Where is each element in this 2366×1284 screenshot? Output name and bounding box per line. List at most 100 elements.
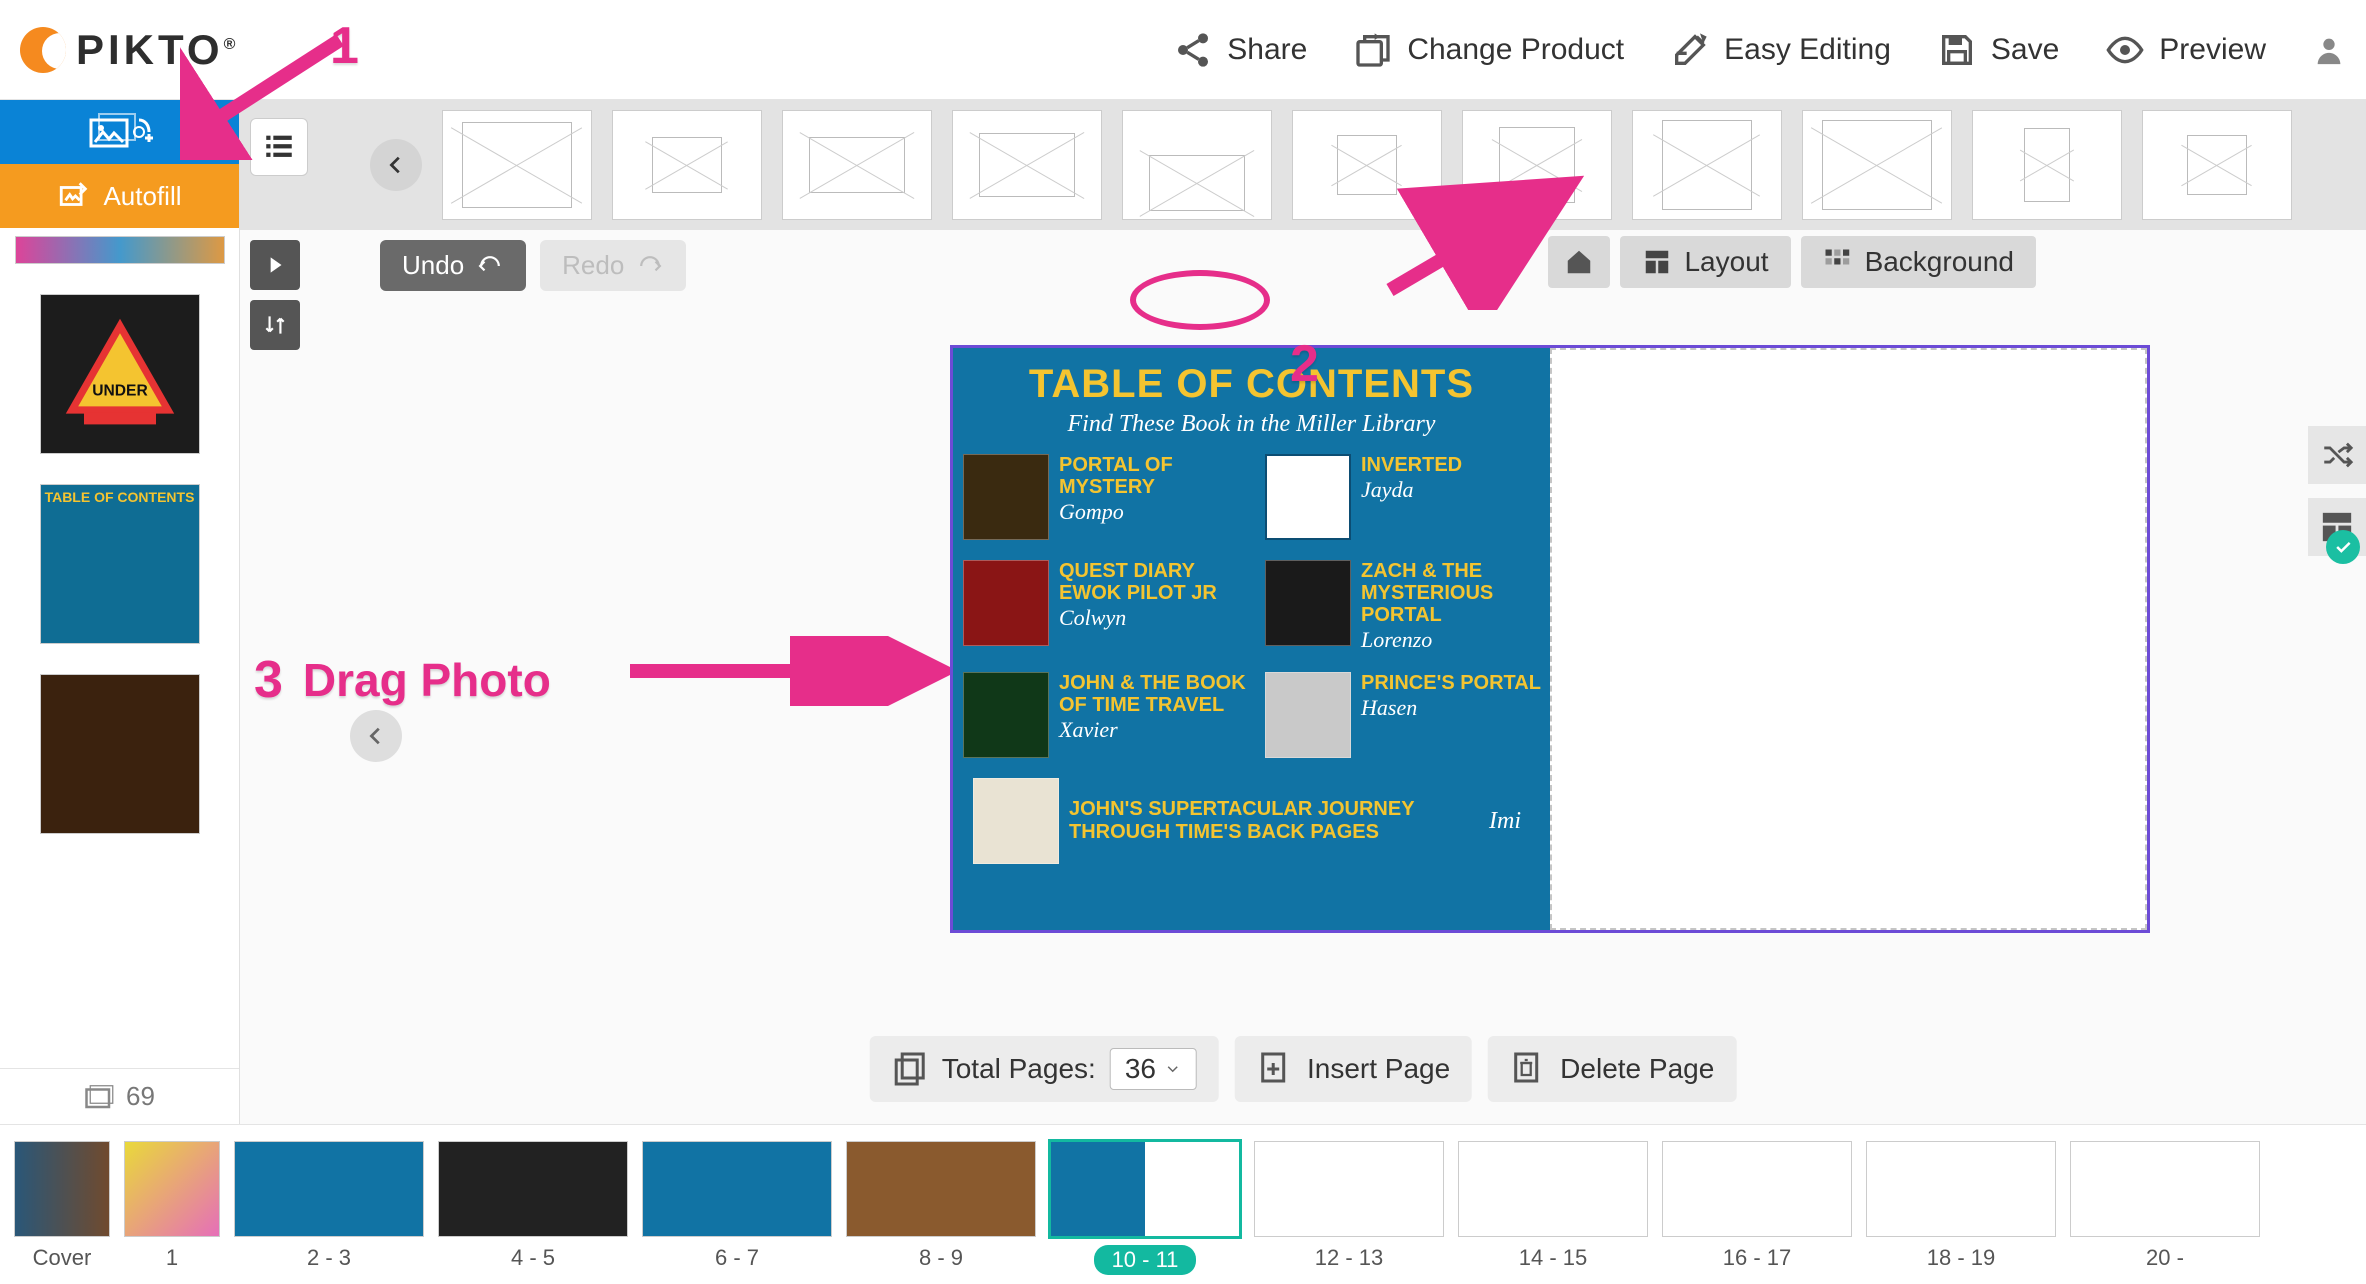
asset-tray[interactable]: UNDER TABLE OF CONTENTS <box>0 228 239 1068</box>
filmstrip-thumb[interactable] <box>438 1141 628 1237</box>
spread-prev-button[interactable] <box>350 710 402 762</box>
filmstrip-thumb[interactable] <box>846 1141 1036 1237</box>
asset-thumb[interactable] <box>40 674 200 834</box>
redo-button[interactable]: Redo <box>540 240 686 291</box>
tray-back-button[interactable] <box>370 139 422 191</box>
filmstrip-item[interactable]: Cover <box>14 1141 110 1271</box>
asset-thumb[interactable]: TABLE OF CONTENTS <box>40 484 200 644</box>
change-product-button[interactable]: Change Product <box>1353 30 1624 70</box>
filmstrip-thumb[interactable] <box>1458 1141 1648 1237</box>
page-left[interactable]: TABLE OF CONTENTS Find These Book in the… <box>953 348 1550 930</box>
filmstrip-item[interactable]: 12 - 13 <box>1254 1141 1444 1271</box>
filmstrip-item[interactable]: 8 - 9 <box>846 1141 1036 1271</box>
toc-entry: ZACH & THE MYSTERIOUS PORTALLorenzo <box>1361 560 1550 652</box>
filmstrip-thumb[interactable] <box>14 1141 110 1237</box>
layout-option[interactable] <box>2142 110 2292 220</box>
insert-page-button[interactable]: Insert Page <box>1235 1036 1472 1102</box>
delete-page-label: Delete Page <box>1560 1053 1714 1085</box>
filmstrip[interactable]: Cover 1 2 - 34 - 5 6 - 7 8 - 9 10 - 11 12 - 13… <box>0 1124 2366 1284</box>
upload-photos-button[interactable] <box>0 100 239 164</box>
user-menu-button[interactable] <box>2312 33 2346 67</box>
filmstrip-item[interactable]: 18 - 19 <box>1866 1141 2056 1271</box>
delete-page-button[interactable]: Delete Page <box>1488 1036 1736 1102</box>
toc-cover <box>963 560 1049 646</box>
filmstrip-thumb[interactable] <box>234 1141 424 1237</box>
layout-option[interactable] <box>1632 110 1782 220</box>
photos-icon <box>84 1084 114 1110</box>
sort-panel-button[interactable] <box>250 300 300 350</box>
pages-icon <box>892 1051 928 1087</box>
filmstrip-thumb[interactable] <box>1662 1141 1852 1237</box>
chevron-down-icon <box>1164 1060 1182 1078</box>
filmstrip-item[interactable]: 4 - 5 <box>438 1141 628 1271</box>
filmstrip-thumb[interactable] <box>1866 1141 2056 1237</box>
layout-option[interactable] <box>952 110 1102 220</box>
filmstrip-label: 1 <box>166 1245 178 1271</box>
check-icon <box>2333 537 2353 557</box>
insert-page-icon <box>1257 1051 1293 1087</box>
filmstrip-label: 20 - <box>2146 1245 2184 1271</box>
tray-list-toggle[interactable] <box>250 118 308 176</box>
total-pages-select[interactable]: 36 <box>1110 1048 1197 1090</box>
topbar: PIKTO® Share Change Product Easy Editing… <box>0 0 2366 100</box>
filmstrip-item[interactable]: 16 - 17 <box>1662 1141 1852 1271</box>
save-label: Save <box>1991 33 2059 67</box>
total-pages-value: 36 <box>1125 1053 1156 1085</box>
toc-entry: INVERTEDJayda <box>1361 454 1550 540</box>
home-button[interactable] <box>1548 236 1610 288</box>
autofill-button[interactable]: Autofill <box>0 164 239 228</box>
layout-option[interactable] <box>1802 110 1952 220</box>
toc-entry: QUEST DIARY EWOK PILOT JRColwyn <box>1059 560 1259 652</box>
page-right-dropzone[interactable] <box>1550 348 2147 930</box>
save-button[interactable]: Save <box>1937 30 2059 70</box>
change-product-label: Change Product <box>1407 33 1624 67</box>
layout-option[interactable] <box>782 110 932 220</box>
filmstrip-item[interactable]: 10 - 11 <box>1050 1141 1240 1275</box>
layout-tab[interactable]: Layout <box>1620 236 1790 288</box>
layout-option[interactable] <box>612 110 762 220</box>
toc-cover <box>1265 672 1351 758</box>
toc-cover <box>1265 454 1351 540</box>
filmstrip-thumb[interactable] <box>1050 1141 1240 1237</box>
filmstrip-thumb[interactable] <box>124 1141 220 1237</box>
page-spread[interactable]: TABLE OF CONTENTS Find These Book in the… <box>950 345 2150 933</box>
filmstrip-thumb[interactable] <box>1254 1141 1444 1237</box>
left-panel: Autofill UNDER TABLE OF CONTENTS 69 <box>0 100 240 1124</box>
shuffle-button[interactable] <box>2308 426 2366 484</box>
expand-panel-button[interactable] <box>250 240 300 290</box>
filmstrip-item[interactable]: 14 - 15 <box>1458 1141 1648 1271</box>
total-pages-group: Total Pages: 36 <box>870 1036 1219 1102</box>
redo-label: Redo <box>562 250 624 281</box>
filmstrip-item[interactable]: 1 <box>124 1141 220 1271</box>
svg-text:UNDER: UNDER <box>92 383 147 400</box>
filmstrip-item[interactable]: 6 - 7 <box>642 1141 832 1271</box>
filmstrip-label: 10 - 11 <box>1094 1245 1197 1275</box>
filmstrip-label: 6 - 7 <box>715 1245 759 1271</box>
toc-entry: JOHN & THE BOOK OF TIME TRAVELXavier <box>1059 672 1259 758</box>
layout-option[interactable] <box>1462 110 1612 220</box>
filmstrip-thumb[interactable] <box>642 1141 832 1237</box>
preview-button[interactable]: Preview <box>2105 30 2266 70</box>
layout-label: Layout <box>1684 246 1768 278</box>
layout-option[interactable] <box>1292 110 1442 220</box>
easy-editing-button[interactable]: Easy Editing <box>1670 30 1891 70</box>
layout-option[interactable] <box>442 110 592 220</box>
total-pages-label: Total Pages: <box>942 1053 1096 1085</box>
filmstrip-item[interactable]: 20 - <box>2070 1141 2260 1271</box>
toc-entry: PORTAL OF MYSTERYGompo <box>1059 454 1259 540</box>
asset-thumb[interactable]: UNDER <box>40 294 200 454</box>
toc-subtitle: Find These Book in the Miller Library <box>953 411 1550 438</box>
asset-count-value: 69 <box>126 1081 155 1112</box>
toc-entry: JOHN'S SUPERTACULAR JOURNEY THROUGH TIME… <box>1069 798 1479 844</box>
layout-option[interactable] <box>1972 110 2122 220</box>
insert-page-label: Insert Page <box>1307 1053 1450 1085</box>
share-button[interactable]: Share <box>1173 30 1307 70</box>
filmstrip-label: 12 - 13 <box>1315 1245 1384 1271</box>
chevron-left-icon <box>385 154 407 176</box>
asset-thumb[interactable] <box>15 236 225 264</box>
undo-button[interactable]: Undo <box>380 240 526 291</box>
filmstrip-item[interactable]: 2 - 3 <box>234 1141 424 1271</box>
layout-option[interactable] <box>1122 110 1272 220</box>
filmstrip-thumb[interactable] <box>2070 1141 2260 1237</box>
background-tab[interactable]: Background <box>1801 236 2036 288</box>
